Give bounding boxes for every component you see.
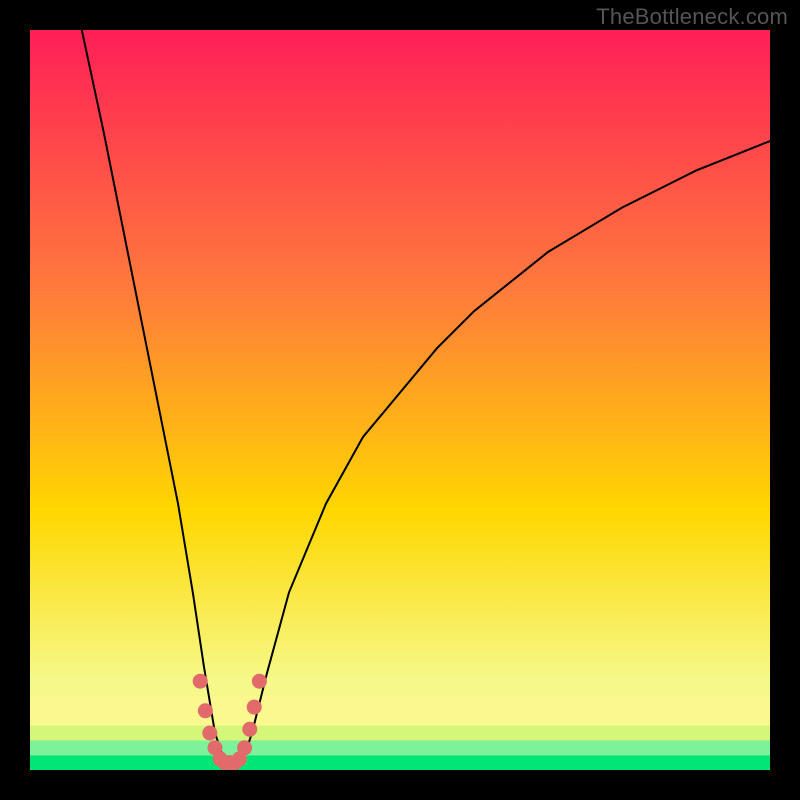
band bbox=[30, 755, 770, 770]
plot-area bbox=[30, 30, 770, 770]
chart-container: TheBottleneck.com bbox=[0, 0, 800, 800]
bottom-bands bbox=[30, 696, 770, 770]
optimal-dot bbox=[202, 726, 217, 741]
optimal-dot bbox=[247, 700, 262, 715]
bottleneck-chart bbox=[30, 30, 770, 770]
optimal-dot bbox=[193, 674, 208, 689]
gradient-background bbox=[30, 30, 770, 770]
band bbox=[30, 740, 770, 755]
band bbox=[30, 726, 770, 741]
optimal-dot bbox=[242, 722, 257, 737]
optimal-dot bbox=[198, 703, 213, 718]
optimal-dot bbox=[252, 674, 267, 689]
band bbox=[30, 696, 770, 726]
watermark-label: TheBottleneck.com bbox=[596, 4, 788, 30]
optimal-dot bbox=[237, 740, 252, 755]
